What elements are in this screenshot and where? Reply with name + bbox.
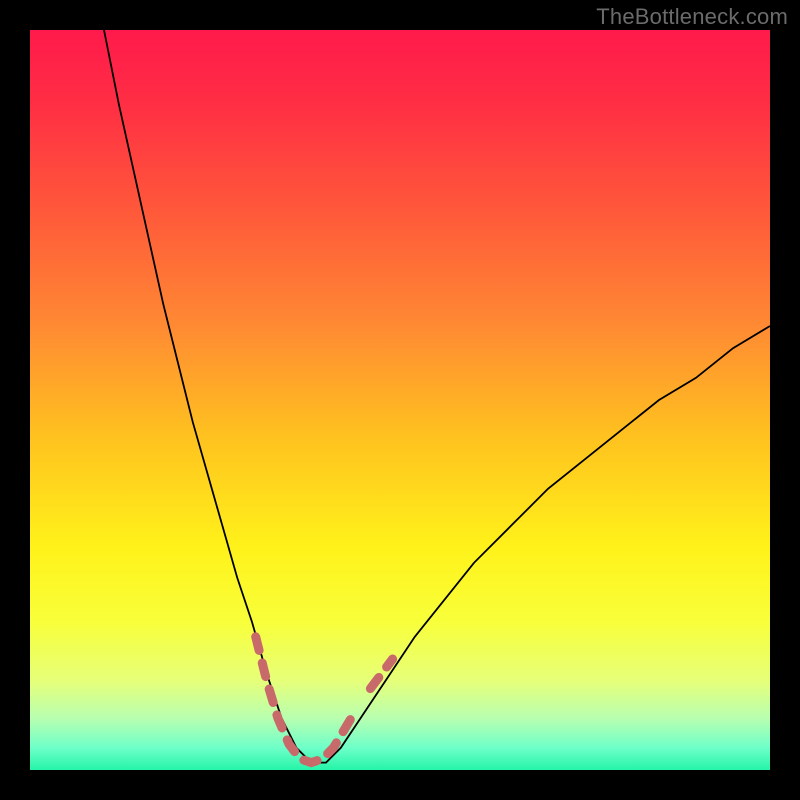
plot-area <box>30 30 770 770</box>
chart-frame: TheBottleneck.com <box>0 0 800 800</box>
chart-svg <box>30 30 770 770</box>
watermark-text: TheBottleneck.com <box>596 4 788 30</box>
